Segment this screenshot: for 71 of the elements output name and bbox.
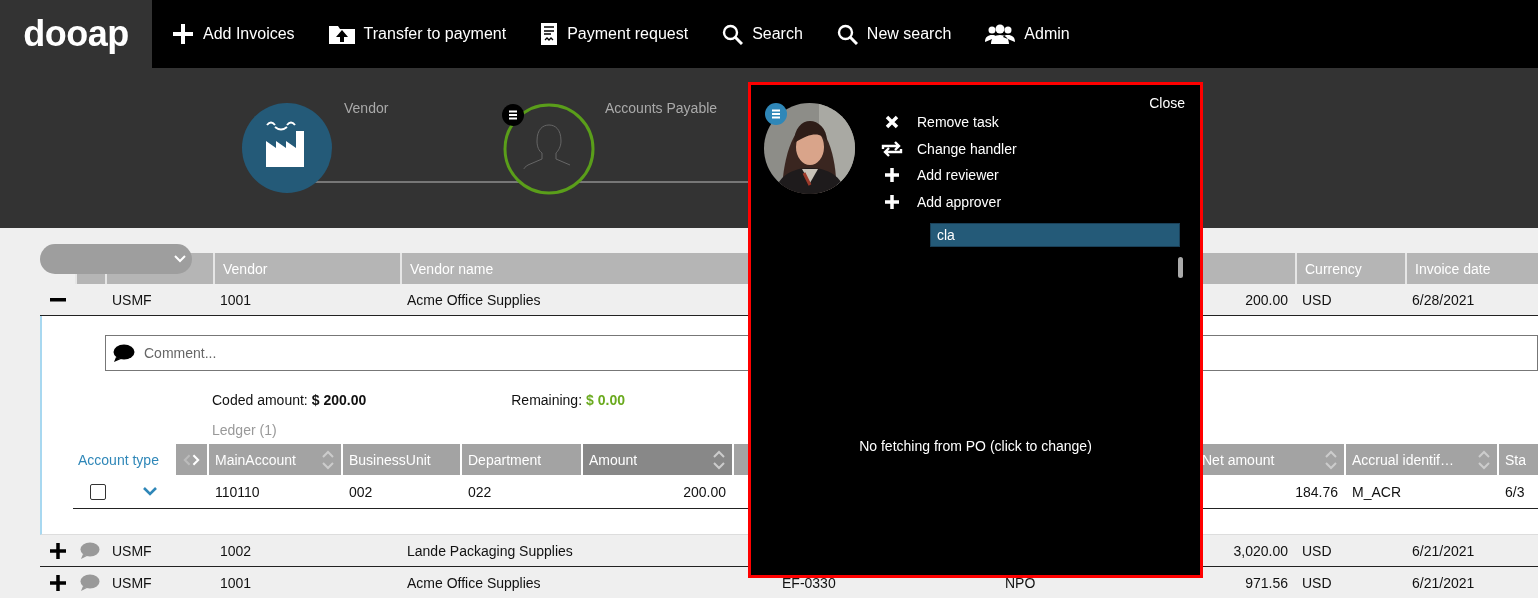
logo[interactable]: dooap — [0, 0, 152, 68]
table-cell-text: 1001 — [219, 574, 253, 591]
table-cell-text: 971.56 — [1244, 574, 1289, 591]
table-cell-text: USD — [1301, 542, 1333, 559]
scrollbar-thumb[interactable] — [1178, 257, 1183, 278]
search-icon — [836, 23, 858, 45]
collapse-icon[interactable] — [49, 297, 66, 302]
table-cell-text: 3,020.00 — [1232, 542, 1289, 559]
chevron-down-icon — [174, 255, 186, 263]
table-cell-text: 002 — [348, 483, 374, 500]
document-icon — [540, 22, 559, 46]
menu-icon[interactable] — [502, 104, 524, 126]
sort-icon — [321, 448, 335, 471]
folder-upload-icon — [328, 24, 355, 44]
speech-bubble-icon — [113, 344, 135, 362]
table-cell-text: 1001 — [219, 291, 253, 308]
table-cell-text: 6/28/2021 — [1411, 291, 1476, 308]
table-cell-text: 110110 — [214, 483, 261, 500]
coded-amount-label: Coded amount: — [212, 392, 308, 408]
nav-link[interactable]: New search — [836, 23, 952, 45]
remaining-label: Remaining: — [511, 392, 583, 408]
search-icon — [722, 23, 744, 45]
table-cell-text: Acme Office Supplies — [406, 574, 542, 591]
table-cell-text: 184.76 — [1294, 483, 1339, 500]
nav-link[interactable]: Add Invoices — [172, 23, 295, 45]
table-cell-text: USD — [1301, 574, 1333, 591]
expand-icon[interactable] — [49, 542, 66, 559]
checkbox[interactable] — [90, 483, 106, 500]
table-cell-text: 200.00 — [682, 483, 727, 500]
expand-icon[interactable] — [49, 574, 66, 591]
sort-icon — [712, 448, 726, 471]
column-header[interactable]: Amount — [581, 444, 732, 475]
table-cell-text: 022 — [467, 483, 493, 500]
sort-icon — [1324, 448, 1338, 471]
table-cell-text: 1002 — [219, 542, 253, 559]
nav-link[interactable]: Admin — [985, 24, 1070, 44]
plus-icon — [172, 23, 194, 45]
table-cell-text: USD — [1301, 291, 1333, 308]
people-icon — [985, 24, 1016, 44]
table-cell-text: 200.00 — [1244, 291, 1289, 308]
table-cell: EF-0330 — [782, 574, 836, 591]
sort-icon — [1477, 448, 1491, 471]
factory-icon[interactable] — [242, 103, 332, 193]
remaining-amount: $ 0.00 — [586, 392, 625, 408]
task-action[interactable]: Remove task — [881, 109, 1184, 136]
table-cell-text: 6/21/2021 — [1411, 542, 1476, 559]
table-cell-text: USMF — [111, 542, 153, 559]
table-cell-text: Lande Packaging Supplies — [406, 542, 574, 559]
nav-link[interactable]: Payment request — [540, 22, 689, 46]
task-action[interactable]: Add approver — [881, 188, 1184, 215]
person-silhouette-icon[interactable] — [503, 103, 595, 195]
table-cell: NPO — [1005, 574, 1036, 591]
table-cell-text: M_ACR — [1351, 483, 1402, 500]
search-field[interactable]: cla — [930, 223, 1180, 247]
nav-link[interactable]: Transfer to payment — [328, 24, 507, 44]
task-action[interactable]: Change handler — [881, 135, 1184, 162]
account-type-link[interactable]: Account type — [78, 451, 159, 468]
table-cell-text: 6/3 — [1504, 483, 1526, 500]
close-link[interactable]: Close — [1149, 95, 1185, 111]
table-cell-text: 6/21/2021 — [1411, 574, 1476, 591]
chevron-down-icon[interactable] — [143, 487, 157, 496]
step-label: Vendor — [344, 100, 389, 116]
step-label: Accounts Payable — [605, 100, 718, 116]
menu-icon[interactable] — [765, 103, 787, 125]
swap-arrows-icon — [881, 140, 903, 157]
task-action[interactable]: Add reviewer — [881, 162, 1184, 189]
table-cell-text: USMF — [111, 574, 153, 591]
coded-amount: $ 200.00 — [311, 392, 367, 408]
table-cell-text: Acme Office Supplies — [406, 291, 542, 308]
nav-link[interactable]: Search — [722, 23, 803, 45]
table-cell-text: USMF — [111, 291, 153, 308]
